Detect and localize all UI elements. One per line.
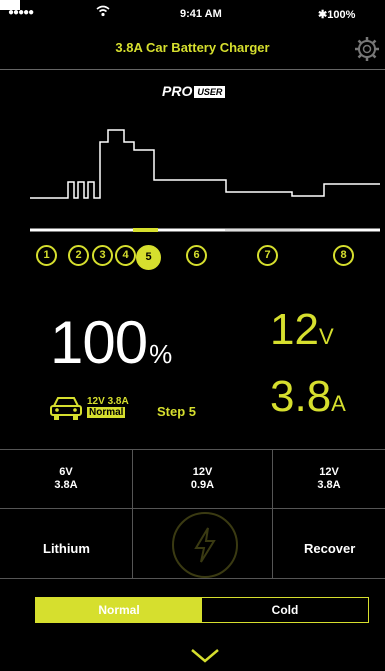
clock: 9:41 AM [180, 8, 222, 20]
power-button[interactable] [172, 512, 238, 578]
preset-12v-3-8a-button[interactable]: 12V 3.8A [273, 466, 385, 492]
preset-current: 3.8A [317, 479, 341, 491]
preset-voltage: 12V [192, 466, 213, 478]
current-step-label: Step 5 [157, 404, 197, 419]
grid-divider-middle [0, 508, 385, 509]
preset-voltage: 12V [319, 466, 339, 478]
charging-curve-line [30, 129, 380, 199]
car-icon [50, 397, 82, 420]
mode-spec: 12V 3.8A [87, 396, 129, 407]
step-indicator-7: 7 [257, 245, 278, 266]
grid-divider-top [0, 449, 385, 450]
app-header: 3.8A Car Battery Charger [0, 28, 385, 68]
voltage-unit: V [318, 324, 334, 349]
page-title: 3.8A Car Battery Charger [115, 40, 270, 55]
step-indicator-8: 8 [333, 245, 354, 266]
current-readout: 3.8A [270, 372, 346, 422]
step-indicator-5-active: 5 [136, 245, 161, 270]
preset-current: 3.8A [54, 479, 78, 491]
preset-current: 0.9A [190, 479, 215, 491]
header-divider [0, 69, 385, 70]
charge-percentage-value: 100 [50, 309, 148, 376]
chevron-down-icon[interactable] [190, 648, 220, 664]
lithium-mode-button[interactable]: Lithium [43, 541, 90, 556]
current-value: 3.8 [270, 372, 332, 421]
status-bar: ●●●●● 9:41 AM ✱100% [0, 0, 385, 28]
step-indicator-6: 6 [186, 245, 207, 266]
step-indicator-1: 1 [36, 245, 57, 266]
wifi-icon [96, 5, 110, 17]
logo-user: USER [194, 86, 226, 99]
current-mode-info: 12V 3.8A Normal [87, 396, 129, 418]
step-indicator-4: 4 [115, 245, 136, 266]
preset-12v-0-9a-button[interactable]: 12V 0.9A [133, 466, 272, 492]
battery-percent: ✱100% [318, 9, 356, 21]
charging-curve-chart [30, 129, 380, 232]
prouser-logo: PRO USER [162, 83, 226, 99]
toggle-normal[interactable]: Normal [36, 598, 202, 622]
recover-mode-button[interactable]: Recover [304, 541, 355, 556]
charge-percentage: 100% [50, 308, 172, 377]
step-indicator-2: 2 [68, 245, 89, 266]
lightning-icon [194, 527, 216, 563]
voltage-readout: 12V [270, 305, 334, 355]
preset-6v-3-8a-button[interactable]: 6V 3.8A [0, 466, 132, 492]
current-unit: A [331, 391, 346, 416]
grid-divider-bottom [0, 578, 385, 579]
preset-voltage: 6V [59, 466, 73, 478]
signal-strength-icon: ●●●●● [8, 7, 34, 18]
gear-icon[interactable] [353, 35, 381, 63]
step-indicator-3: 3 [92, 245, 113, 266]
temperature-mode-toggle: Normal Cold [35, 597, 369, 623]
logo-pro: PRO [162, 83, 193, 99]
voltage-value: 12 [270, 305, 319, 354]
charge-percentage-unit: % [149, 339, 172, 369]
toggle-cold[interactable]: Cold [202, 598, 368, 622]
mode-normal-badge: Normal [87, 407, 126, 418]
